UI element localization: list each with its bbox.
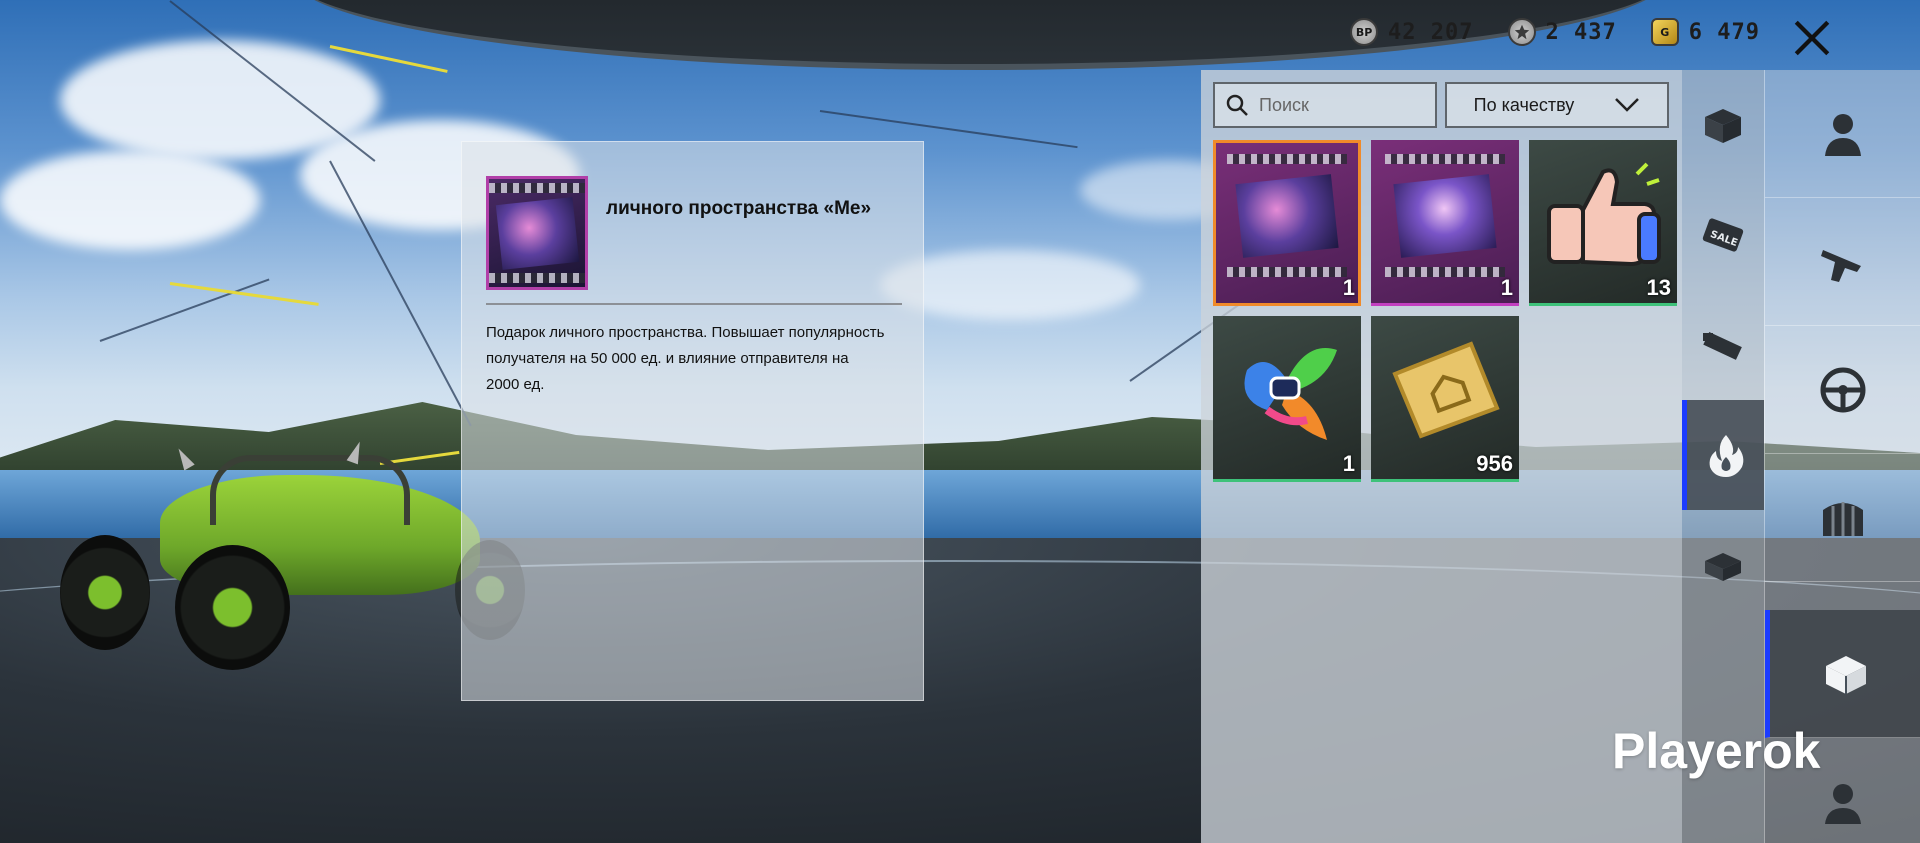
currency-ag: 2 437 (1507, 18, 1617, 46)
watermark: Playerok (1612, 723, 1821, 779)
emblem-icon (1244, 348, 1337, 440)
close-button[interactable] (1784, 10, 1840, 66)
ticket-icon (1392, 341, 1500, 439)
currency-bar: BP 42 207 2 437 G 6 479 (1350, 18, 1760, 46)
sort-dropdown[interactable]: По качеству (1445, 82, 1669, 128)
search-icon (1226, 94, 1248, 116)
chevron-down-icon (1615, 98, 1640, 112)
fire-icon (1709, 435, 1743, 477)
g-balance: 6 479 (1688, 19, 1760, 45)
subcategory-package[interactable] (1765, 610, 1920, 738)
ag-coin-icon (1507, 18, 1536, 46)
category-sale[interactable]: SALE (1682, 180, 1764, 290)
currency-g: G 6 479 (1650, 18, 1760, 46)
divider (486, 303, 902, 305)
subcategory-pistol[interactable] (1765, 198, 1920, 326)
inventory-panel: По качеству 1 1 (1201, 70, 1682, 843)
bp-coin-icon: BP (1350, 18, 1379, 46)
film-icon (1385, 154, 1505, 277)
package-icon (1825, 655, 1866, 694)
bp-balance: 42 207 (1388, 19, 1474, 45)
subcategory-structure[interactable] (1765, 454, 1920, 582)
inventory-item-space-gift-2[interactable]: 1 (1371, 140, 1519, 306)
avatar-icon (1825, 783, 1861, 824)
category-crates[interactable] (1682, 70, 1764, 180)
close-icon (1794, 20, 1830, 56)
inventory-item-rainbow-emblem[interactable]: 1 (1213, 316, 1361, 482)
item-description: Подарок личного пространства. Повышает п… (486, 324, 885, 393)
sale-icon: SALE (1702, 218, 1744, 252)
sort-label: По качеству (1473, 94, 1575, 115)
ag-balance: 2 437 (1545, 19, 1617, 45)
thumbs-up-icon (1547, 162, 1661, 267)
subcategory-vehicle[interactable] (1765, 326, 1920, 454)
item-count: 956 (1476, 451, 1513, 476)
inventory-item-thumbs-up[interactable]: 13 (1529, 140, 1677, 306)
currency-bp: BP 42 207 (1350, 18, 1473, 46)
item-title: личного пространства «Me» (606, 198, 872, 219)
category-hot[interactable] (1682, 400, 1764, 510)
category-boxes[interactable] (1682, 510, 1764, 620)
box-icon (1705, 553, 1741, 581)
pistol-icon (1821, 249, 1861, 282)
item-count: 1 (1342, 451, 1355, 476)
inventory-item-space-gift-1[interactable]: 1 (1213, 140, 1361, 306)
inventory-item-space-ticket[interactable]: 956 (1371, 316, 1519, 482)
item-detail-panel: личного пространства «Me» Подарок личног… (461, 141, 924, 701)
search-box[interactable] (1213, 82, 1437, 128)
item-count: 1 (1342, 275, 1355, 300)
film-icon (1227, 154, 1347, 277)
item-count: 13 (1646, 275, 1671, 300)
search-input[interactable] (1259, 94, 1429, 116)
ammo-icon (1703, 331, 1742, 360)
film-icon (489, 179, 585, 287)
item-count: 1 (1500, 275, 1513, 300)
character-icon (1825, 113, 1861, 156)
subcategory-character[interactable] (1765, 70, 1920, 198)
steering-wheel-icon (1820, 367, 1866, 412)
barricade-icon (1823, 501, 1863, 536)
crate-icon (1705, 109, 1741, 143)
g-coin-icon: G (1650, 18, 1679, 46)
item-thumbnail (486, 176, 588, 290)
category-ammo[interactable] (1682, 290, 1764, 400)
